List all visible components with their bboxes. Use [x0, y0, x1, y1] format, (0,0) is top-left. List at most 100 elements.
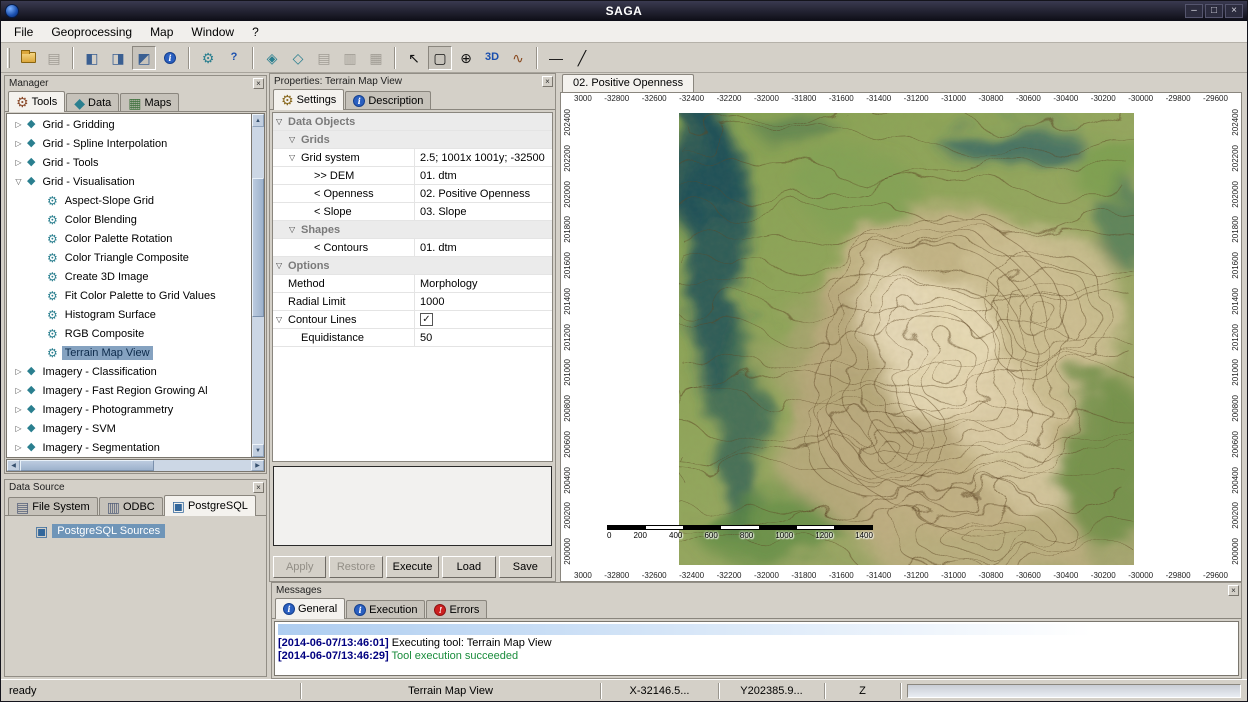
scroll-thumb[interactable] — [20, 460, 154, 471]
execute-button[interactable]: Execute — [386, 556, 439, 578]
tree-item[interactable]: ▷◆Imagery - Classification — [7, 362, 251, 381]
property-value[interactable]: 02. Positive Openness — [420, 188, 530, 200]
property-row[interactable]: < Contours01. dtm — [273, 239, 552, 257]
close-data-source-panel-button[interactable]: × — [253, 482, 264, 493]
tree-item[interactable]: ▷◆Grid - Tools — [7, 153, 251, 172]
tab-postgresql[interactable]: ▣PostgreSQL — [164, 495, 256, 516]
property-row[interactable]: Radial Limit1000 — [273, 293, 552, 311]
property-row[interactable]: ▽Contour Lines✓ — [273, 311, 552, 329]
expander-icon[interactable]: ▷ — [14, 158, 23, 167]
collapse-arrow-icon[interactable]: ▽ — [276, 117, 288, 126]
property-value[interactable]: Morphology — [420, 278, 477, 290]
show-data-source-window-button[interactable]: ◨ — [106, 46, 130, 70]
close-manager-panel-button[interactable]: × — [253, 78, 264, 89]
tab-tools[interactable]: ⚙Tools — [8, 91, 65, 112]
property-grid[interactable]: ▽Data Objects▽Grids▽Grid system2.5; 1001… — [272, 112, 553, 462]
expander-icon[interactable]: ▽ — [14, 177, 23, 186]
property-row[interactable]: < Openness02. Positive Openness — [273, 185, 552, 203]
tool-settings-button[interactable]: ◇ — [286, 46, 310, 70]
property-value[interactable]: 03. Slope — [420, 206, 466, 218]
postgresql-sources-item[interactable]: ▣PostgreSQL Sources — [5, 524, 266, 538]
scroll-left-arrow[interactable]: ◀ — [7, 460, 20, 471]
tree-item[interactable]: ⚙Aspect-Slope Grid — [7, 191, 251, 210]
run-tool-button[interactable]: ◈ — [260, 46, 284, 70]
profile-tool-button[interactable]: ∿ — [506, 46, 530, 70]
tab-errors[interactable]: !Errors — [426, 600, 487, 618]
tree-item[interactable]: ▽◆Grid - Visualisation — [7, 172, 251, 191]
tool-libraries-button[interactable]: ⚙ — [196, 46, 220, 70]
menu-window[interactable]: Window — [182, 22, 243, 42]
tree-horizontal-scrollbar[interactable]: ◀ ▶ — [6, 459, 265, 472]
minimize-button[interactable]: – — [1185, 4, 1203, 18]
tab-settings[interactable]: ⚙Settings — [273, 89, 344, 110]
property-value[interactable]: 2.5; 1001x 1001y; -32500 — [420, 152, 545, 164]
map-document[interactable]: 3000-32800-32600-32400-32200-32000-31800… — [560, 92, 1242, 582]
tree-item[interactable]: ▷◆Imagery - Photogrammetry — [7, 400, 251, 419]
map-tab[interactable]: 02. Positive Openness — [562, 74, 694, 92]
tree-item[interactable]: ⚙Terrain Map View — [7, 343, 251, 362]
tree-item[interactable]: ⚙Color Triangle Composite — [7, 248, 251, 267]
collapse-arrow-icon[interactable]: ▽ — [289, 153, 301, 162]
show-messages-window-button[interactable]: i — [158, 46, 182, 70]
tree-item[interactable]: ▷◆Imagery - Fast Region Growing Al — [7, 381, 251, 400]
contour-lines-checkbox[interactable]: ✓ — [420, 313, 433, 326]
measure-distance-button[interactable]: — — [544, 46, 568, 70]
collapse-arrow-icon[interactable]: ▽ — [276, 315, 288, 324]
property-row[interactable]: >> DEM01. dtm — [273, 167, 552, 185]
scroll-up-arrow[interactable]: ▲ — [252, 114, 264, 127]
tab-file-system[interactable]: ▤File System — [8, 497, 98, 515]
save-button[interactable]: Save — [499, 556, 552, 578]
property-value[interactable]: 50 — [420, 332, 432, 344]
tree-item[interactable]: ⚙Create 3D Image — [7, 267, 251, 286]
scroll-right-arrow[interactable]: ▶ — [251, 460, 264, 471]
scroll-thumb[interactable] — [252, 178, 264, 317]
expander-icon[interactable]: ▷ — [14, 367, 23, 376]
menu-file[interactable]: File — [5, 22, 42, 42]
expander-icon[interactable]: ▷ — [14, 443, 23, 452]
show-manager-window-button[interactable]: ◧ — [80, 46, 104, 70]
property-row[interactable]: MethodMorphology — [273, 275, 552, 293]
property-value[interactable]: 01. dtm — [420, 170, 457, 182]
collapse-arrow-icon[interactable]: ▽ — [276, 261, 288, 270]
tab-description[interactable]: iDescription — [345, 91, 431, 109]
close-messages-panel-button[interactable]: × — [1228, 585, 1239, 596]
scroll-down-arrow[interactable]: ▼ — [252, 444, 264, 457]
expander-icon[interactable]: ▷ — [14, 424, 23, 433]
tab-data[interactable]: ◆Data — [66, 93, 119, 111]
maximize-button[interactable]: □ — [1205, 4, 1223, 18]
collapse-arrow-icon[interactable]: ▽ — [289, 135, 301, 144]
tree-item[interactable]: ▷◆Grid - Gridding — [7, 115, 251, 134]
tree-item[interactable]: ⚙RGB Composite — [7, 324, 251, 343]
terrain-image[interactable] — [679, 113, 1134, 565]
tree-item[interactable]: ⚙Histogram Surface — [7, 305, 251, 324]
menu-map[interactable]: Map — [141, 22, 182, 42]
menu-help[interactable]: ? — [243, 22, 268, 42]
close-button[interactable]: × — [1225, 4, 1243, 18]
property-value[interactable]: 01. dtm — [420, 242, 457, 254]
message-log[interactable]: [2014-06-07/13:46:01] Executing tool: Te… — [274, 621, 1239, 676]
property-row[interactable]: Equidistance50 — [273, 329, 552, 347]
expander-icon[interactable]: ▷ — [14, 405, 23, 414]
tool-tree[interactable]: ▷◆Grid - Gridding▷◆Grid - Spline Interpo… — [6, 113, 251, 458]
collapse-arrow-icon[interactable]: ▽ — [289, 225, 301, 234]
tree-item[interactable]: ▷◆Imagery - SVM — [7, 419, 251, 438]
property-row[interactable]: ▽Grid system2.5; 1001x 1001y; -32500 — [273, 149, 552, 167]
view-3d-button[interactable]: 3D — [480, 46, 504, 70]
load-button[interactable]: Load — [442, 556, 495, 578]
tree-item[interactable]: ▷◆Imagery - Segmentation — [7, 438, 251, 457]
pan-tool-button[interactable]: ⊕ — [454, 46, 478, 70]
tab-maps[interactable]: ▦Maps — [120, 93, 179, 111]
help-button[interactable]: ? — [222, 46, 246, 70]
tree-item[interactable]: ▷◆Grid - Spline Interpolation — [7, 134, 251, 153]
property-row[interactable]: < Slope03. Slope — [273, 203, 552, 221]
zoom-tool-button[interactable]: ▢ — [428, 46, 452, 70]
expander-icon[interactable]: ▷ — [14, 120, 23, 129]
tree-item[interactable]: ⚙Color Palette Rotation — [7, 229, 251, 248]
tab-general[interactable]: iGeneral — [275, 598, 345, 619]
tree-item[interactable]: ⚙Color Blending — [7, 210, 251, 229]
pointer-tool-button[interactable]: ↖ — [402, 46, 426, 70]
menu-geoprocessing[interactable]: Geoprocessing — [42, 22, 141, 42]
tab-execution[interactable]: iExecution — [346, 600, 425, 618]
open-file-button[interactable] — [16, 46, 40, 70]
show-properties-window-button[interactable]: ◩ — [132, 46, 156, 70]
